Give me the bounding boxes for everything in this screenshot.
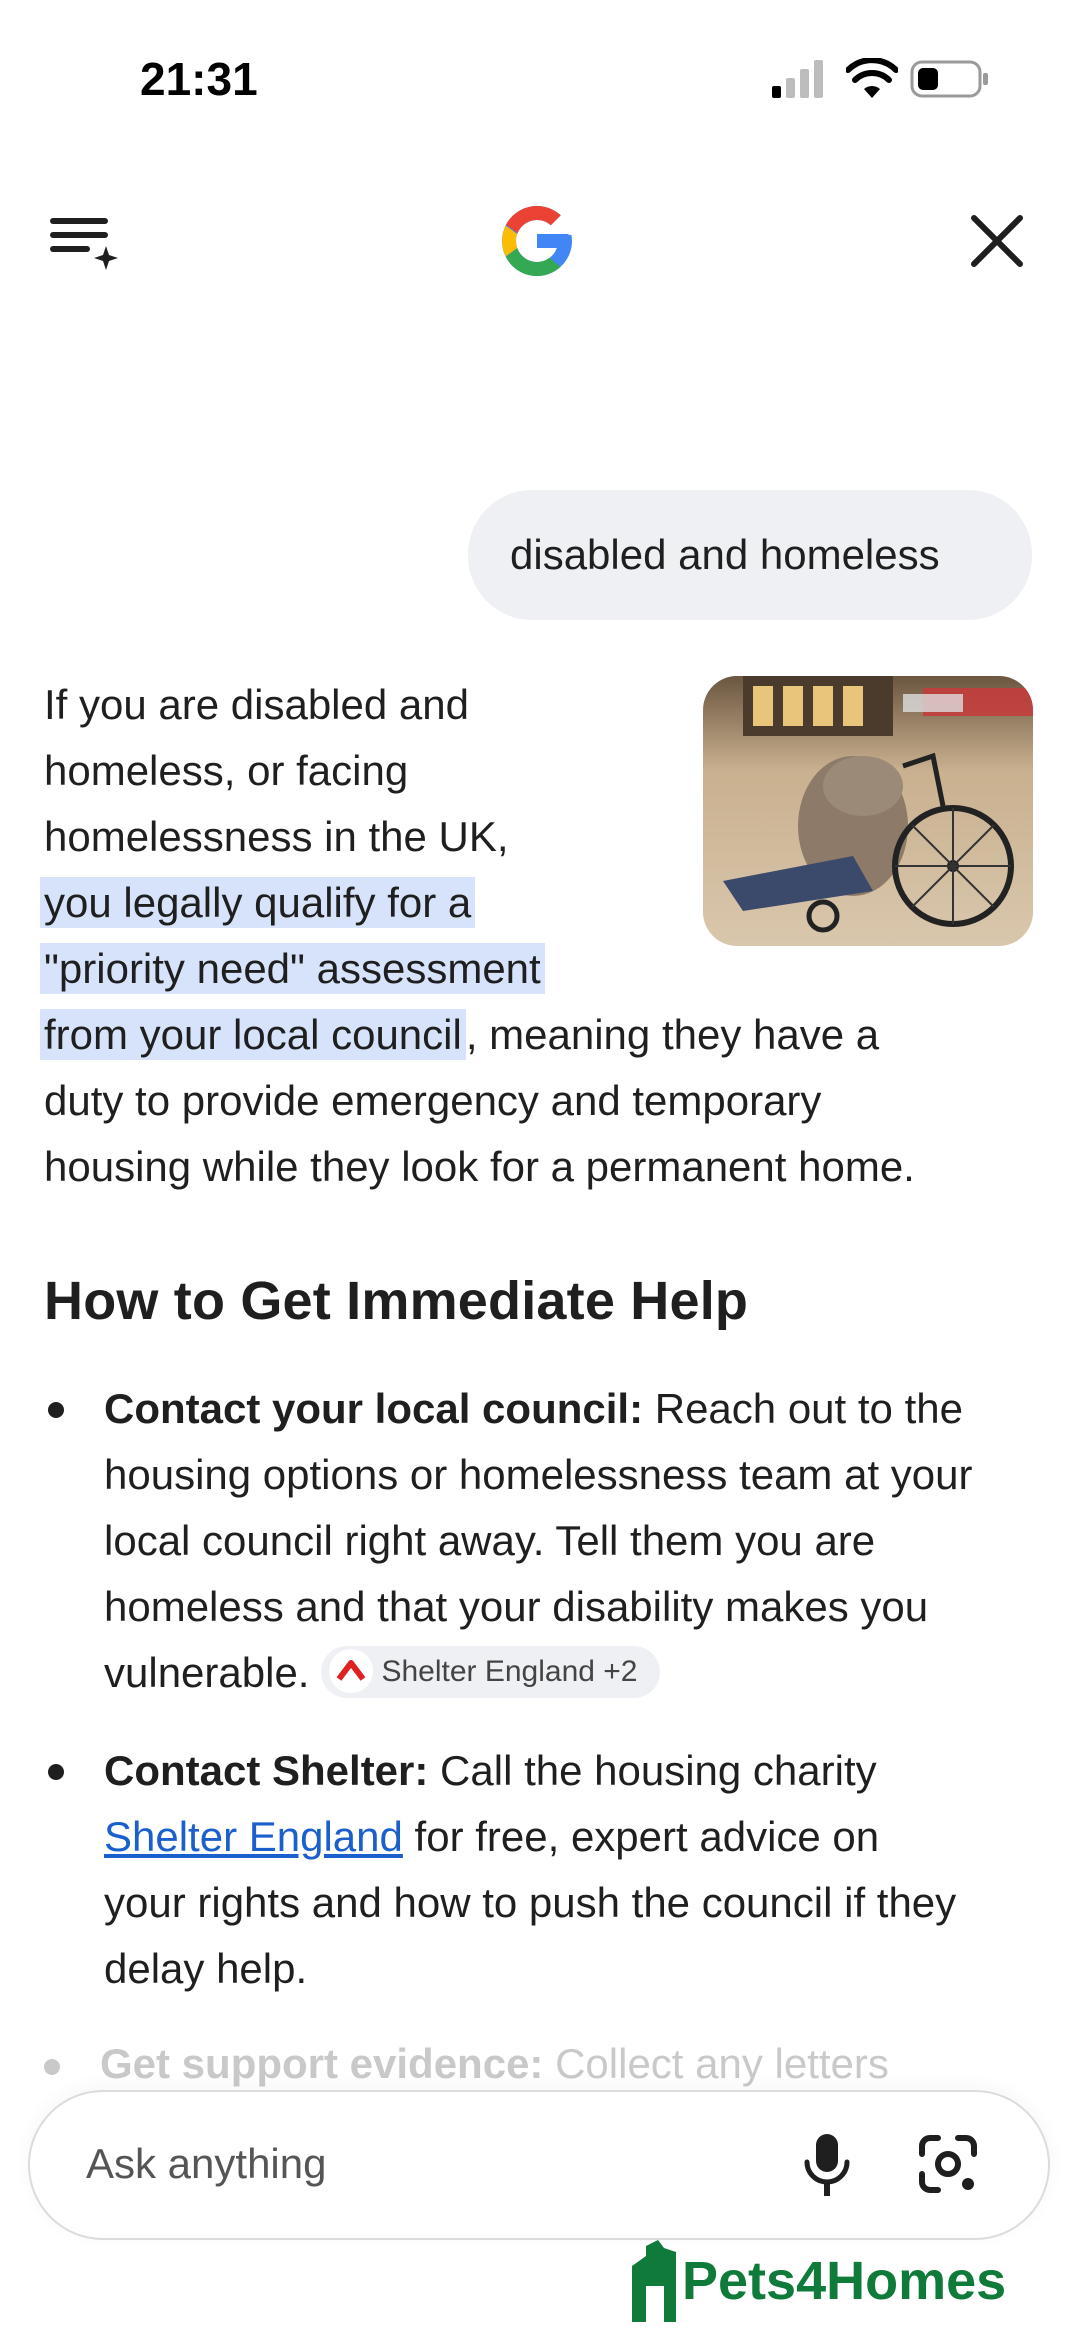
wheelchair-photo bbox=[703, 676, 1033, 946]
bullet-title: Contact your local council: bbox=[104, 1385, 644, 1432]
pets4homes-logo-icon bbox=[632, 2240, 676, 2322]
highlighted-text[interactable]: you legally qualify for a bbox=[40, 877, 476, 928]
bullet-text: Collect any letters bbox=[543, 2040, 889, 2087]
wifi-icon bbox=[846, 58, 898, 98]
highlighted-text[interactable]: "priority need" assessment bbox=[40, 943, 545, 994]
highlight-line: "priority need" assessment bbox=[40, 936, 545, 1002]
battery-icon bbox=[910, 60, 988, 98]
watermark-text: Pets4Homes bbox=[682, 2251, 1007, 2311]
source-chip[interactable]: Shelter England +2 bbox=[321, 1645, 660, 1698]
bullet-line: Contact your local council: Reach out to… bbox=[104, 1376, 963, 1442]
bullet-line: your rights and how to push the council … bbox=[104, 1879, 957, 1926]
close-icon[interactable] bbox=[966, 210, 1028, 272]
faded-bullet-line: Get support evidence: Collect any letter… bbox=[44, 2040, 1044, 2088]
intro-line: homelessness in the UK, bbox=[44, 813, 509, 860]
google-logo[interactable] bbox=[495, 198, 579, 284]
intro-line: If you are disabled and bbox=[44, 681, 469, 728]
section-heading: How to Get Immediate Help bbox=[44, 1271, 749, 1331]
mic-icon[interactable] bbox=[802, 2132, 852, 2198]
bullet-line: delay help. bbox=[104, 1945, 308, 1992]
status-time: 21:31 bbox=[140, 53, 258, 105]
highlighted-text[interactable]: from your local council bbox=[40, 1009, 466, 1060]
ai-menu-icon[interactable] bbox=[50, 210, 120, 274]
ask-input-bar[interactable]: Ask anything bbox=[28, 2090, 1050, 2240]
lens-icon[interactable] bbox=[916, 2132, 980, 2196]
cellular-signal-icon bbox=[772, 60, 823, 98]
bullet-line: homeless and that your disability makes … bbox=[104, 1583, 929, 1630]
bullet-text: Call the housing charity bbox=[428, 1747, 877, 1794]
bullet-line: housing options or homelessness team at … bbox=[104, 1451, 973, 1498]
highlight-line: from your local council, meaning they ha… bbox=[40, 1002, 880, 1068]
bullet-text: for free, expert advice on bbox=[402, 1813, 880, 1860]
source-chip-label: Shelter England +2 bbox=[381, 1654, 638, 1688]
intro-continuation: , meaning they have a bbox=[465, 1011, 880, 1058]
bullet-dot bbox=[44, 2058, 60, 2075]
bullet-dot bbox=[48, 1402, 64, 1418]
status-bar: 21:31 bbox=[0, 0, 1080, 160]
intro-line: duty to provide emergency and temporary bbox=[44, 1077, 822, 1124]
bullet-line: vulnerable. Shelter England +2 bbox=[104, 1640, 660, 1706]
ask-input-placeholder[interactable]: Ask anything bbox=[86, 2140, 326, 2188]
user-query-bubble: disabled and homeless bbox=[468, 490, 1032, 620]
bullet-text: Reach out to the bbox=[643, 1385, 963, 1432]
top-bar bbox=[0, 180, 1080, 300]
intro-line: homeless, or facing bbox=[44, 747, 409, 794]
bullet-line: local council right away. Tell them you … bbox=[104, 1517, 876, 1564]
bullet-line: Shelter England for free, expert advice … bbox=[104, 1804, 879, 1870]
bullet-dot bbox=[48, 1764, 64, 1780]
bullet-title: Get support evidence: bbox=[100, 2040, 544, 2087]
highlight-line: you legally qualify for a bbox=[40, 870, 476, 936]
intro-line: housing while they look for a permanent … bbox=[44, 1143, 915, 1190]
bullet-title: Contact Shelter: bbox=[104, 1747, 429, 1794]
bullet-text: vulnerable. bbox=[104, 1649, 310, 1696]
shelter-england-link[interactable]: Shelter England bbox=[104, 1813, 403, 1860]
answer-image[interactable] bbox=[703, 676, 1033, 946]
pets4homes-watermark: Pets4Homes bbox=[628, 2226, 1048, 2326]
shelter-logo-icon bbox=[329, 1648, 374, 1693]
bullet-line: Contact Shelter: Call the housing charit… bbox=[104, 1738, 877, 1804]
